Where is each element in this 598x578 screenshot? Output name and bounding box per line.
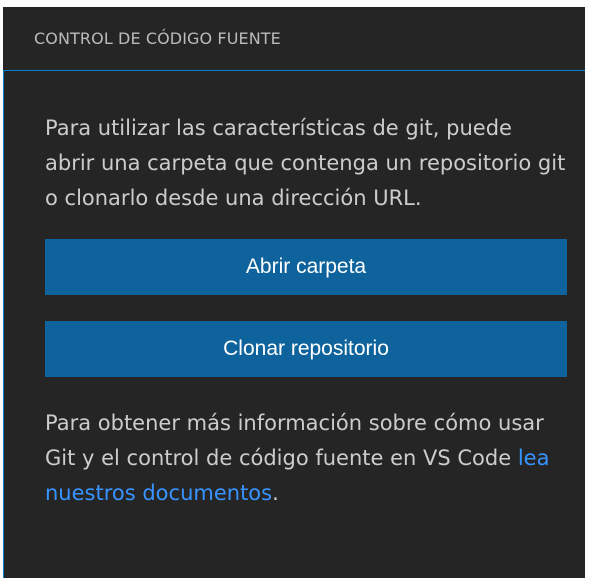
intro-text: Para utilizar las características de git… xyxy=(45,116,566,210)
panel-header[interactable]: CONTROL DE CÓDIGO FUENTE xyxy=(3,7,585,71)
info-text: Para obtener más información sobre cómo … xyxy=(45,406,567,511)
welcome-view: Para utilizar las características de git… xyxy=(3,71,585,578)
open-folder-button[interactable]: Abrir carpeta xyxy=(45,239,567,295)
info-text-suffix: . xyxy=(272,481,279,505)
info-text-prefix: Para obtener más información sobre cómo … xyxy=(45,411,544,470)
source-control-panel: CONTROL DE CÓDIGO FUENTE Para utilizar l… xyxy=(3,7,585,578)
clone-repository-button[interactable]: Clonar repositorio xyxy=(45,321,567,377)
panel-title: CONTROL DE CÓDIGO FUENTE xyxy=(34,29,281,48)
